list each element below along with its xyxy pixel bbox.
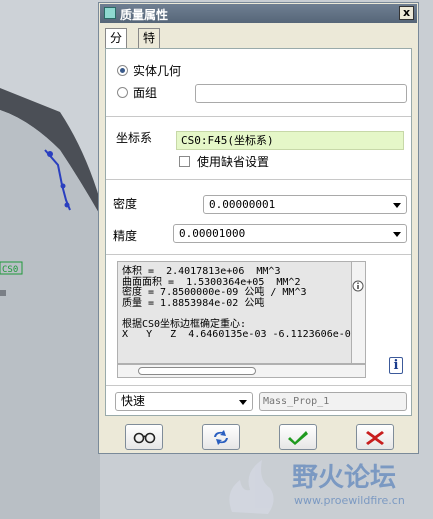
cross-icon <box>366 431 384 445</box>
scrollbar-thumb[interactable] <box>138 367 256 375</box>
cad-cs-label: CS0 <box>2 265 18 275</box>
chevron-down-icon[interactable] <box>393 232 401 237</box>
tab-feature[interactable]: 特征 <box>138 28 161 64</box>
label-coordinate-system: 坐标系 <box>116 131 153 145</box>
close-button[interactable]: x <box>399 6 414 20</box>
divider <box>106 179 411 180</box>
mode-combo[interactable]: 快速 <box>115 392 253 411</box>
results-text: 体积 = 2.4017813e+06 MM^3 曲面面积 = 1.5300364… <box>122 266 351 340</box>
accuracy-value: 0.00001000 <box>179 227 246 240</box>
cancel-button[interactable] <box>356 424 394 450</box>
divider <box>106 385 411 386</box>
mode-value: 快速 <box>121 394 146 408</box>
label-density: 密度 <box>113 197 138 211</box>
check-icon <box>288 431 308 445</box>
chevron-down-icon[interactable] <box>393 203 401 208</box>
divider <box>106 254 411 255</box>
coordinate-system-field[interactable]: CS0:F45(坐标系) <box>176 131 404 150</box>
repeat-button[interactable] <box>202 424 240 450</box>
results-text-area[interactable]: 体积 = 2.4017813e+06 MM^3 曲面面积 = 1.5300364… <box>117 261 352 364</box>
preview-button[interactable] <box>125 424 163 450</box>
glasses-icon <box>133 432 156 444</box>
accuracy-combo[interactable]: 0.00001000 <box>173 224 407 243</box>
analysis-panel: 实体几何 面组 坐标系 CS0:F45(坐标系) 使用缺省设置 密度 0.000… <box>105 48 412 416</box>
density-value: 0.00000001 <box>209 198 276 211</box>
label-use-default: 使用缺省设置 <box>197 155 270 169</box>
label-quilt: 面组 <box>133 86 158 100</box>
info-button[interactable]: i <box>389 357 403 374</box>
results-vertical-scrollbar[interactable] <box>352 261 366 364</box>
info-circle-icon <box>352 280 364 292</box>
ok-button[interactable] <box>279 424 317 450</box>
dialog-app-icon <box>104 7 116 19</box>
tab-analysis[interactable]: 分析 <box>105 28 128 64</box>
label-accuracy: 精度 <box>113 229 138 243</box>
results-horizontal-scrollbar[interactable] <box>117 364 366 378</box>
chevron-down-icon[interactable] <box>239 400 247 405</box>
refresh-icon <box>214 430 228 445</box>
density-combo[interactable]: 0.00000001 <box>203 195 407 214</box>
use-default-checkbox[interactable] <box>179 156 190 167</box>
divider <box>106 116 411 117</box>
quilt-selector-field[interactable] <box>195 84 407 103</box>
output-name-field[interactable] <box>259 392 407 411</box>
dialog-titlebar[interactable]: 质量属性 x <box>100 4 417 23</box>
label-solid-geometry: 实体几何 <box>133 64 182 78</box>
radio-solid-geometry[interactable] <box>117 65 128 76</box>
mass-properties-dialog: 质量属性 x 分析 特征 实体几何 面组 坐标系 CS0:F45(坐标系) 使用… <box>98 2 419 454</box>
dialog-title: 质量属性 <box>120 8 169 22</box>
radio-quilt[interactable] <box>117 87 128 98</box>
